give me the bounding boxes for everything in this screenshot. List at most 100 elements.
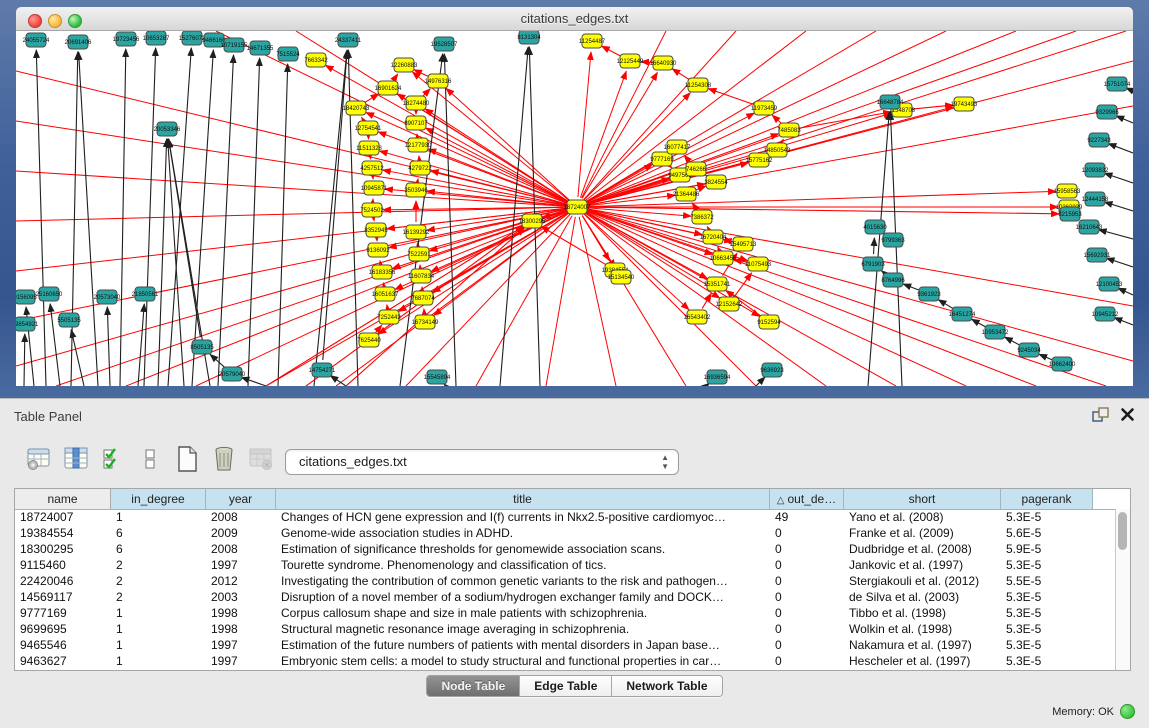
network-node[interactable]: 16210643 (1076, 220, 1103, 234)
table-row[interactable]: 2242004622012Investigating the contribut… (15, 573, 1115, 589)
network-node[interactable]: 12093832 (1082, 163, 1109, 177)
network-node[interactable]: 15545894 (424, 370, 451, 384)
cell-name[interactable]: 9115460 (15, 557, 111, 573)
network-node[interactable]: 6791903 (861, 257, 885, 271)
network-node[interactable]: 16077417 (664, 140, 691, 154)
column-settings-button[interactable] (26, 445, 52, 473)
network-node[interactable]: 16648784 (877, 95, 904, 109)
cell-pagerank[interactable]: 5.3E-5 (1001, 637, 1093, 653)
cell-name[interactable]: 9463627 (15, 653, 111, 669)
cell-in_degree[interactable]: 1 (111, 621, 206, 637)
cell-out_degree[interactable]: 0 (770, 573, 844, 589)
cell-out_degree[interactable]: 0 (770, 589, 844, 605)
network-node[interactable]: 3824554 (704, 175, 728, 189)
column-header-out_de[interactable]: △out_de… (770, 489, 844, 509)
cell-pagerank[interactable]: 5.6E-5 (1001, 525, 1093, 541)
network-node[interactable]: 7386372 (690, 210, 714, 224)
network-node[interactable]: 7522591 (407, 247, 431, 261)
select-columns-button[interactable] (63, 445, 89, 473)
cell-year[interactable]: 1998 (206, 621, 276, 637)
cell-out_degree[interactable]: 0 (770, 541, 844, 557)
network-node[interactable]: 15134540 (608, 270, 635, 284)
network-node[interactable]: 9636923 (760, 363, 784, 377)
network-node[interactable]: 7524502 (360, 203, 384, 217)
network-node[interactable]: 7252443 (377, 310, 401, 324)
network-node[interactable]: 8215953 (1058, 207, 1082, 221)
cell-title[interactable]: Corpus callosum shape and size in male p… (276, 605, 770, 621)
network-node[interactable]: 16640930 (650, 56, 677, 70)
cell-short[interactable]: Yano et al. (2008) (844, 509, 1001, 525)
cell-pagerank[interactable]: 5.3E-5 (1001, 509, 1093, 525)
cell-out_degree[interactable]: 49 (770, 509, 844, 525)
network-node[interactable]: 19723456 (113, 32, 140, 46)
network-node[interactable]: 18300295 (519, 214, 546, 228)
cell-out_degree[interactable]: 0 (770, 525, 844, 541)
new-column-button[interactable] (174, 445, 200, 473)
network-node[interactable]: 9152594 (757, 315, 781, 329)
cell-title[interactable]: Investigating the contribution of common… (276, 573, 770, 589)
network-node[interactable]: 19854921 (16, 317, 39, 331)
network-node[interactable]: 5505135 (57, 313, 81, 327)
network-node[interactable]: 746266 (686, 162, 707, 176)
tab-edge-table[interactable]: Edge Table (520, 676, 612, 696)
network-node[interactable]: 25160650 (36, 287, 63, 301)
network-node[interactable]: 9361923 (917, 287, 941, 301)
cell-title[interactable]: Tourette syndrome. Phenomenology and cla… (276, 557, 770, 573)
network-node[interactable]: 10653287 (143, 31, 170, 45)
network-node[interactable]: 24055724 (23, 33, 50, 47)
close-panel-icon[interactable] (1120, 407, 1135, 427)
network-node[interactable]: 11075493 (745, 257, 772, 271)
network-node[interactable]: 21364486 (673, 187, 700, 201)
network-node[interactable]: 9227343 (1087, 133, 1111, 147)
cell-year[interactable]: 1998 (206, 605, 276, 621)
cell-name[interactable]: 18300295 (15, 541, 111, 557)
tab-network-table[interactable]: Network Table (612, 676, 721, 696)
network-node[interactable]: 8907107 (404, 116, 428, 130)
table-row[interactable]: 969969511998Structural magnetic resonanc… (15, 621, 1115, 637)
memory-status-indicator[interactable] (1120, 704, 1135, 719)
cell-in_degree[interactable]: 1 (111, 637, 206, 653)
network-node[interactable]: 7663342 (304, 53, 328, 67)
table-row[interactable]: 1938455462009Genome-wide association stu… (15, 525, 1115, 541)
cell-short[interactable]: Nakamura et al. (1997) (844, 637, 1001, 653)
network-node[interactable]: 18274480 (403, 96, 430, 110)
network-node[interactable]: 12444158 (1082, 192, 1109, 206)
network-window-titlebar[interactable]: citations_edges.txt (16, 7, 1133, 31)
table-row[interactable]: 1830029562008Estimation of significance … (15, 541, 1115, 557)
table-row[interactable]: 946362711997Embryonic stem cells: a mode… (15, 653, 1115, 669)
network-node[interactable]: 16543402 (684, 310, 711, 324)
network-node[interactable]: 19743493 (951, 97, 978, 111)
table-scrollbar-thumb[interactable] (1118, 512, 1127, 550)
network-node[interactable]: 11254487 (579, 34, 606, 48)
network-node[interactable]: 3503946 (404, 183, 428, 197)
network-node[interactable]: 10945212 (1092, 307, 1119, 321)
cell-short[interactable]: Wolkin et al. (1998) (844, 621, 1001, 637)
cell-year[interactable]: 2009 (206, 525, 276, 541)
cell-out_degree[interactable]: 0 (770, 621, 844, 637)
cell-year[interactable]: 2003 (206, 589, 276, 605)
network-node[interactable]: 4279722 (408, 161, 432, 175)
network-node[interactable]: 7625440 (357, 333, 381, 347)
cell-short[interactable]: Franke et al. (2009) (844, 525, 1001, 541)
table-row[interactable]: 1456911722003Disruption of a novel membe… (15, 589, 1115, 605)
network-node[interactable]: 12152642 (716, 297, 743, 311)
cell-out_degree[interactable]: 0 (770, 637, 844, 653)
network-node[interactable]: 16901624 (375, 81, 402, 95)
network-node[interactable]: 8764996 (881, 273, 905, 287)
table-row[interactable]: 977716911998Corpus callosum shape and si… (15, 605, 1115, 621)
column-header-short[interactable]: short (844, 489, 1001, 509)
cell-in_degree[interactable]: 6 (111, 541, 206, 557)
network-node[interactable]: 11511328 (356, 141, 382, 155)
cell-pagerank[interactable]: 5.9E-5 (1001, 541, 1093, 557)
network-node[interactable]: 16936594 (704, 370, 731, 384)
network-node[interactable]: 9329966 (1095, 105, 1119, 119)
cell-name[interactable]: 22420046 (15, 573, 111, 589)
network-node[interactable]: 24337411 (335, 33, 362, 47)
cell-title[interactable]: Embryonic stem cells: a model to study s… (276, 653, 770, 669)
cell-title[interactable]: Structural magnetic resonance image aver… (276, 621, 770, 637)
cell-short[interactable]: Dudbridge et al. (2008) (844, 541, 1001, 557)
cell-short[interactable]: Tibbo et al. (1998) (844, 605, 1001, 621)
cell-in_degree[interactable]: 1 (111, 605, 206, 621)
network-node[interactable]: 8131304 (517, 31, 541, 44)
select-all-rows-button[interactable] (100, 445, 126, 473)
